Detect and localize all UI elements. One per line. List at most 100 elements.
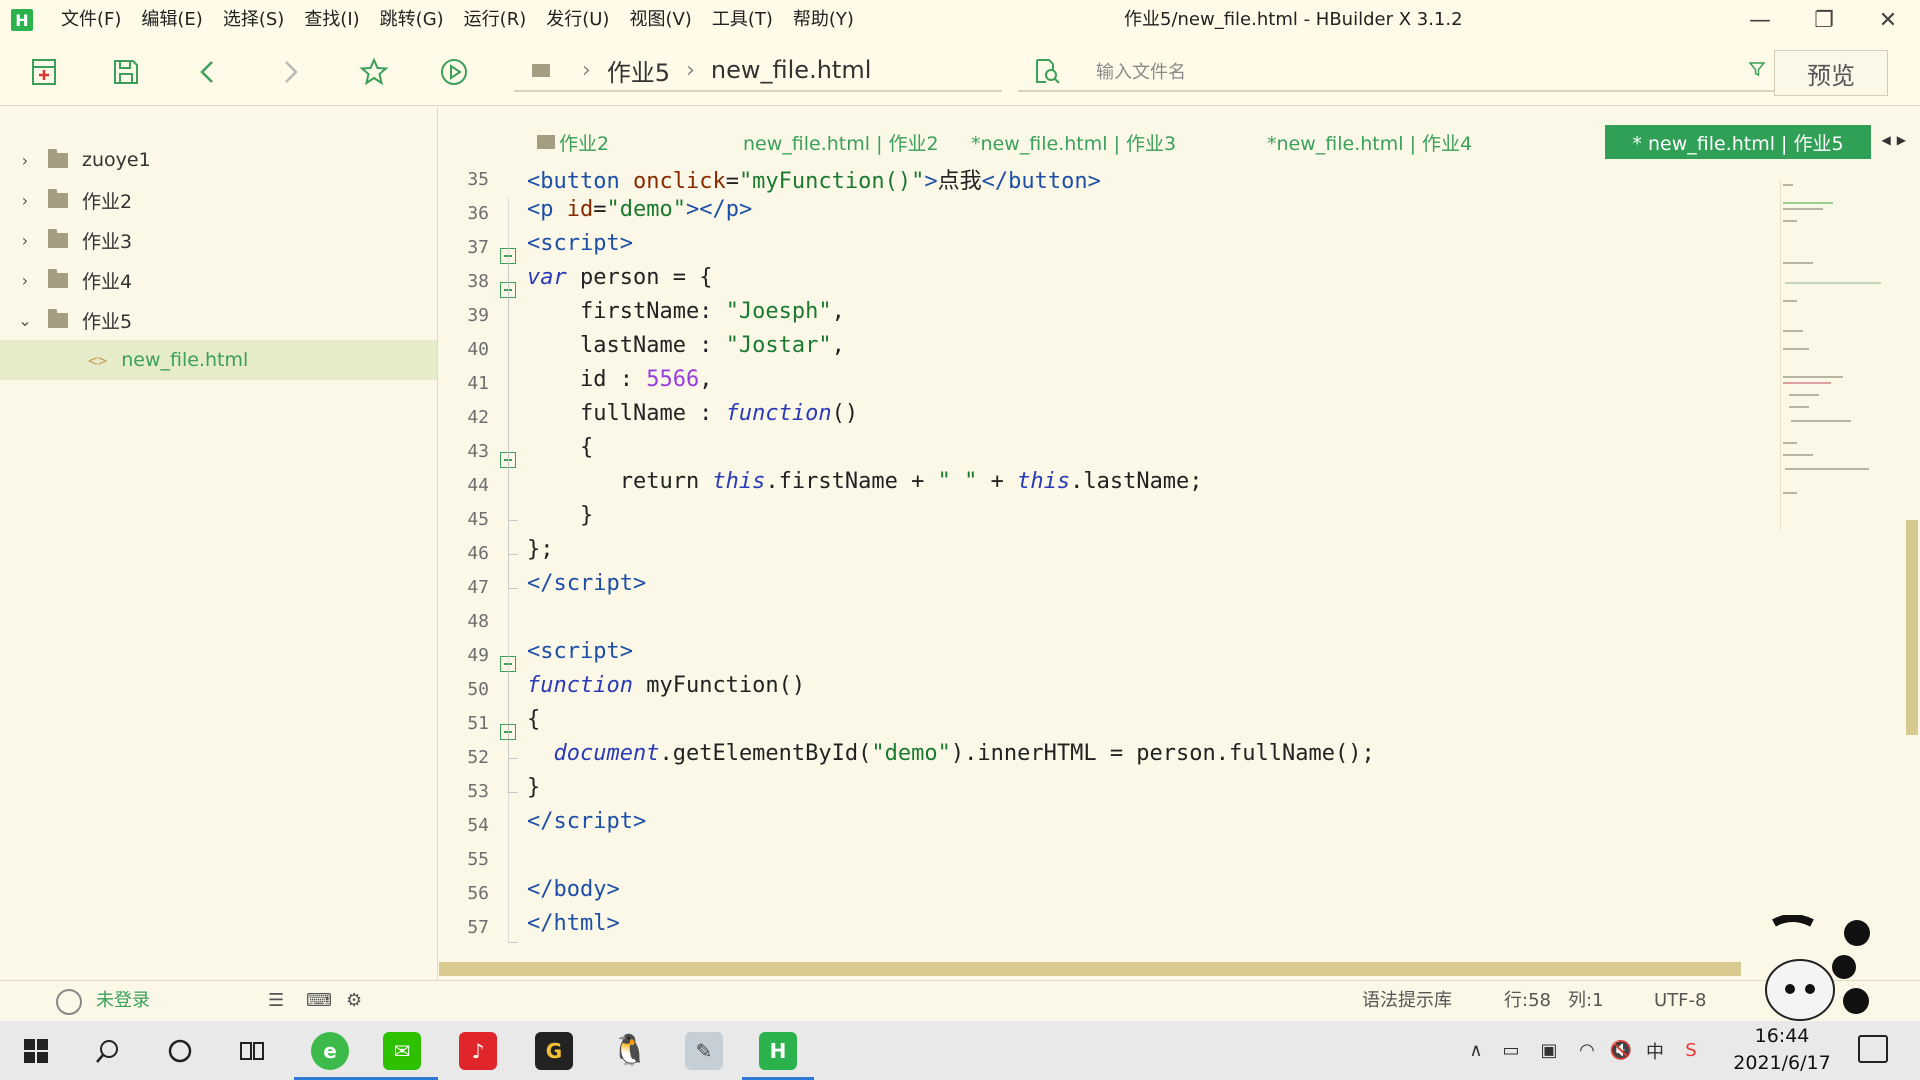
back-icon[interactable] xyxy=(190,54,226,90)
tree-item-zuoye3[interactable]: › 作业3 xyxy=(0,220,437,260)
tray-expand-icon[interactable]: ∧ xyxy=(1462,1021,1490,1080)
code-line-35: <button onclick="myFunction()">点我</butto… xyxy=(527,169,1101,194)
wechat-icon[interactable]: ✉ xyxy=(366,1021,438,1080)
code-line-41: id : 5566, xyxy=(527,367,713,392)
run-icon[interactable] xyxy=(436,54,472,90)
tree-item-label: 作业2 xyxy=(82,190,133,213)
code-line-43: { xyxy=(527,435,594,460)
notification-center-icon[interactable] xyxy=(1858,1035,1888,1063)
wifi-icon[interactable]: ◠ xyxy=(1570,1021,1604,1080)
minimize-button[interactable]: — xyxy=(1728,0,1792,40)
tree-item-zuoye1[interactable]: › zuoye1 xyxy=(0,140,437,180)
tab-file-zuoye3[interactable]: *new_file.html | 作业3 xyxy=(953,125,1194,159)
maximize-button[interactable]: ❐ xyxy=(1792,0,1856,40)
syntax-lib-button[interactable]: 语法提示库 xyxy=(1362,981,1452,1021)
hbuilder-logo-icon: H xyxy=(11,9,33,31)
menu-run[interactable]: 运行(R) xyxy=(454,0,537,40)
code-line-40: lastName : "Jostar", xyxy=(527,333,845,358)
cursor-row[interactable]: 行:58 xyxy=(1504,981,1551,1021)
editor-tabs: 作业2 new_file.html | 作业2 *new_file.html |… xyxy=(439,107,1920,163)
search-icon[interactable] xyxy=(72,1021,144,1080)
tab-file-zuoye5-active[interactable]: * new_file.html | 作业5 xyxy=(1605,125,1871,159)
avatar-icon[interactable] xyxy=(56,989,82,1015)
menu-view[interactable]: 视图(V) xyxy=(619,0,701,40)
tools-app-icon[interactable]: ✎ xyxy=(668,1021,740,1080)
chevron-right-icon[interactable]: › xyxy=(16,271,34,290)
volume-mute-icon[interactable]: 🔇 xyxy=(1604,1021,1638,1080)
taskbar-clock[interactable]: 16:44 2021/6/17 xyxy=(1732,1023,1832,1077)
line-number: 56 xyxy=(467,883,489,904)
tab-file-zuoye4[interactable]: *new_file.html | 作业4 xyxy=(1249,125,1490,159)
sogou-icon[interactable]: S xyxy=(1674,1021,1708,1080)
star-icon[interactable] xyxy=(356,54,392,90)
menu-file[interactable]: 文件(F) xyxy=(51,0,131,40)
filter-icon[interactable] xyxy=(1748,60,1766,82)
tree-item-new-file[interactable]: <> new_file.html xyxy=(0,340,437,380)
tab-scroll-arrows-icon[interactable]: ◀▶ xyxy=(1882,133,1912,147)
new-file-icon[interactable] xyxy=(26,54,62,90)
menu-goto[interactable]: 跳转(G) xyxy=(370,0,454,40)
tray-app-icon[interactable]: ▣ xyxy=(1532,1021,1566,1080)
tree-item-zuoye4[interactable]: › 作业4 xyxy=(0,260,437,300)
file-search-box xyxy=(1018,50,1784,92)
netease-music-icon[interactable]: ♪ xyxy=(442,1021,514,1080)
folder-icon xyxy=(48,188,68,208)
code-editor[interactable]: 35 36 37 38 39 40 41 42 43 44 45 46 47 4… xyxy=(439,163,1779,963)
code-line-36: <p id="demo"></p> xyxy=(527,197,753,222)
forward-icon[interactable] xyxy=(272,54,308,90)
chevron-right-icon[interactable]: › xyxy=(16,191,34,210)
browser-icon[interactable]: e xyxy=(294,1021,366,1080)
save-icon[interactable] xyxy=(108,54,144,90)
fold-guide xyxy=(508,792,518,793)
code-line-56: </body> xyxy=(527,877,620,902)
tab-label: *new_file.html | 作业3 xyxy=(971,132,1177,155)
cursor-col[interactable]: 列:1 xyxy=(1568,981,1604,1021)
code-line-47: </script> xyxy=(527,571,647,596)
qq-icon[interactable]: 🐧 xyxy=(594,1021,666,1080)
line-number: 39 xyxy=(467,305,489,326)
line-number: 49 xyxy=(467,645,489,666)
preview-button[interactable]: 预览 xyxy=(1774,50,1888,96)
task-view-icon[interactable] xyxy=(216,1021,288,1080)
login-status[interactable]: 未登录 xyxy=(96,981,150,1021)
menu-bar: 文件(F) 编辑(E) 选择(S) 查找(I) 跳转(G) 运行(R) 发行(U… xyxy=(51,0,864,40)
chevron-right-icon[interactable]: › xyxy=(16,151,34,170)
menu-tools[interactable]: 工具(T) xyxy=(702,0,783,40)
tab-label: new_file.html | 作业2 xyxy=(743,132,939,155)
game-app-icon[interactable]: G xyxy=(518,1021,590,1080)
plugin-icon[interactable]: ⚙ xyxy=(346,981,362,1021)
fold-guide xyxy=(508,197,509,942)
tree-item-zuoye5[interactable]: ⌄ 作业5 xyxy=(0,300,437,340)
vertical-scrollbar[interactable] xyxy=(1906,520,1918,735)
mascot-sticker-icon xyxy=(1752,914,1872,1025)
battery-icon[interactable]: ▭ xyxy=(1494,1021,1528,1080)
horizontal-scrollbar[interactable] xyxy=(439,962,1741,976)
tools-glyph-icon: ✎ xyxy=(685,1031,723,1070)
ime-indicator[interactable]: 中 xyxy=(1638,1021,1672,1080)
hbuilder-taskbar-icon[interactable]: H xyxy=(742,1021,814,1080)
minimap[interactable] xyxy=(1780,180,1896,530)
windows-start-icon[interactable] xyxy=(0,1021,72,1080)
menu-publish[interactable]: 发行(U) xyxy=(536,0,619,40)
chevron-right-icon[interactable]: › xyxy=(16,231,34,250)
line-number: 48 xyxy=(467,611,489,632)
tree-item-zuoye2[interactable]: › 作业2 xyxy=(0,180,437,220)
tab-zuoye2-folder[interactable]: 作业2 xyxy=(519,125,627,159)
list-icon[interactable]: ☰ xyxy=(268,981,284,1021)
chevron-down-icon[interactable]: ⌄ xyxy=(16,311,34,330)
encoding-selector[interactable]: UTF-8 xyxy=(1654,981,1706,1021)
tab-file-zuoye2[interactable]: new_file.html | 作业2 xyxy=(725,125,957,159)
qq-penguin-icon: 🐧 xyxy=(611,1033,649,1068)
terminal-icon[interactable]: ⌨ xyxy=(306,981,332,1021)
menu-edit[interactable]: 编辑(E) xyxy=(131,0,212,40)
menu-find[interactable]: 查找(I) xyxy=(294,0,369,40)
menu-select[interactable]: 选择(S) xyxy=(213,0,294,40)
breadcrumb-file[interactable]: new_file.html xyxy=(711,56,871,84)
code-line-39: firstName: "Joesph", xyxy=(527,299,845,324)
breadcrumb-folder[interactable]: 作业5 xyxy=(607,53,670,88)
menu-help[interactable]: 帮助(Y) xyxy=(783,0,864,40)
cortana-icon[interactable] xyxy=(144,1021,216,1080)
code-line-53: } xyxy=(527,775,541,800)
file-search-input[interactable] xyxy=(1096,58,1696,86)
close-button[interactable]: ✕ xyxy=(1856,0,1920,40)
